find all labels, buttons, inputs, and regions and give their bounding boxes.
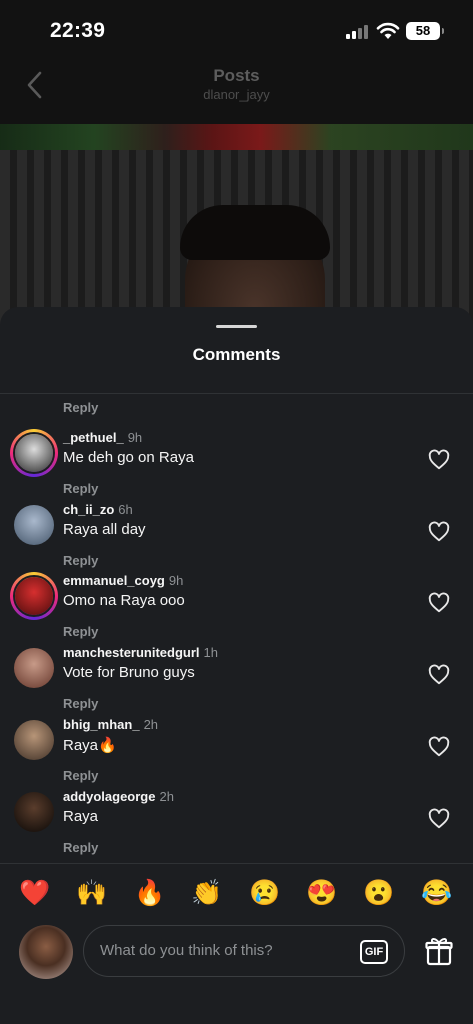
commenter-username[interactable]: manchesterunitedgurl 1h	[63, 645, 218, 660]
commenter-avatar[interactable]	[10, 429, 58, 477]
avatar-inner	[13, 575, 55, 617]
username-text[interactable]: ch_ii_zo	[63, 502, 114, 517]
surprised-face-emoji-button[interactable]: 😮	[363, 877, 395, 909]
reply-button[interactable]: Reply	[63, 696, 98, 711]
comment-input[interactable]: What do you think of this? GIF	[83, 925, 405, 977]
username-text[interactable]: addyolageorge	[63, 789, 155, 804]
reply-button[interactable]: Reply	[63, 840, 98, 855]
comment-text: Raya all day	[63, 521, 146, 538]
gift-icon[interactable]	[425, 936, 453, 966]
reply-button[interactable]: Reply	[63, 624, 98, 639]
crying-face-emoji-button[interactable]: 😢	[249, 877, 281, 909]
fire-emoji-button[interactable]: 🔥	[134, 877, 166, 909]
comment-text: Vote for Bruno guys	[63, 664, 195, 681]
comment-row[interactable]: emmanuel_coyg 9h Omo na Raya ooo Reply	[0, 566, 473, 639]
like-heart-icon[interactable]	[428, 664, 450, 686]
comment-timestamp: 1h	[203, 645, 218, 660]
commenter-username[interactable]: addyolageorge 2h	[63, 789, 174, 804]
comments-title: Comments	[192, 345, 281, 364]
comment-timestamp: 6h	[118, 502, 133, 517]
username-text[interactable]: emmanuel_coyg	[63, 573, 165, 588]
red-heart-emoji-button[interactable]: ❤️	[19, 877, 51, 909]
commenter-username[interactable]: bhig_mhan_ 2h	[63, 717, 158, 732]
comment-timestamp: 2h	[159, 789, 174, 804]
comment-timestamp: 9h	[168, 573, 184, 588]
status-time: 22:39	[50, 19, 106, 42]
comment-row[interactable]: manchesterunitedgurl 1h Vote for Bruno guy…	[0, 638, 473, 711]
like-heart-icon[interactable]	[428, 808, 450, 830]
gif-button[interactable]: GIF	[360, 940, 388, 964]
commenter-username[interactable]: ch_ii_zo 6h	[63, 502, 133, 517]
comment-timestamp: 9h	[127, 430, 143, 445]
avatar-inner	[13, 432, 55, 474]
commenter-avatar[interactable]	[10, 572, 58, 620]
username-text[interactable]: bhig_mhan_	[63, 717, 140, 732]
avatar-image	[15, 434, 53, 472]
commenter-avatar[interactable]	[14, 505, 54, 545]
status-bar: 22:39 58	[0, 0, 473, 60]
reply-button[interactable]: Reply	[63, 768, 98, 783]
avatar-image	[14, 792, 54, 832]
like-heart-icon[interactable]	[428, 521, 450, 543]
comment-text: Raya🔥	[63, 737, 117, 754]
commenter-avatar[interactable]	[14, 648, 54, 688]
cellular-signal-icon	[346, 25, 370, 39]
divider	[0, 393, 473, 394]
comment-timestamp: 2h	[143, 717, 159, 732]
comment-row[interactable]: bhig_mhan_ 2h Raya🔥 Reply	[0, 710, 473, 783]
heart-eyes-emoji-button[interactable]: 😍	[306, 877, 338, 909]
commenter-username[interactable]: _pethuel_ 9h	[63, 430, 142, 445]
laughing-tears-emoji-button[interactable]: 😂	[421, 877, 453, 909]
comment-text: Omo na Raya ooo	[63, 592, 185, 609]
comment-input-placeholder: What do you think of this?	[100, 942, 273, 959]
person-hair-image	[180, 205, 330, 260]
like-heart-icon[interactable]	[428, 592, 450, 614]
comment-text: Raya	[63, 808, 99, 825]
avatar-image	[14, 720, 54, 760]
comment-row[interactable]: _pethuel_ 9h Me deh go on Raya Reply	[0, 423, 473, 496]
like-heart-icon[interactable]	[428, 449, 450, 471]
avatar-image	[14, 505, 54, 545]
sheet-drag-handle[interactable]	[216, 325, 257, 328]
avatar-image	[14, 648, 54, 688]
comment-row[interactable]: ch_ii_zo 6h Raya all day Reply	[0, 495, 473, 568]
commenter-avatar[interactable]	[14, 720, 54, 760]
wifi-icon	[376, 22, 400, 39]
username-text[interactable]: _pethuel_	[63, 430, 124, 445]
reply-button[interactable]: Reply	[63, 481, 98, 496]
like-heart-icon[interactable]	[428, 736, 450, 758]
raised-hands-emoji-button[interactable]: 🙌	[76, 877, 108, 909]
avatar-image	[15, 577, 53, 615]
reply-button[interactable]: Reply	[63, 400, 98, 415]
commenter-username[interactable]: emmanuel_coyg 9h	[63, 573, 183, 588]
commenter-avatar[interactable]	[14, 792, 54, 832]
comment-row[interactable]: addyolageorge 2h Raya Reply	[0, 782, 473, 855]
current-user-avatar	[19, 925, 73, 979]
comment-composer: What do you think of this? GIF	[0, 923, 473, 1024]
comment-text: Me deh go on Raya	[63, 449, 194, 466]
top-nav-bar: Posts dlanor_jayy	[0, 60, 473, 124]
page-title: Posts	[213, 66, 260, 85]
clapping-hands-emoji-button[interactable]: 👏	[191, 877, 223, 909]
username-text[interactable]: manchesterunitedgurl	[63, 645, 200, 660]
battery-indicator: 58	[406, 22, 444, 40]
post-owner-username[interactable]: dlanor_jayy	[0, 87, 473, 102]
emoji-reaction-bar: ❤️ 🙌 🔥 👏 😢 😍 😮 😂	[0, 863, 473, 923]
previous-post-image[interactable]	[0, 124, 473, 150]
